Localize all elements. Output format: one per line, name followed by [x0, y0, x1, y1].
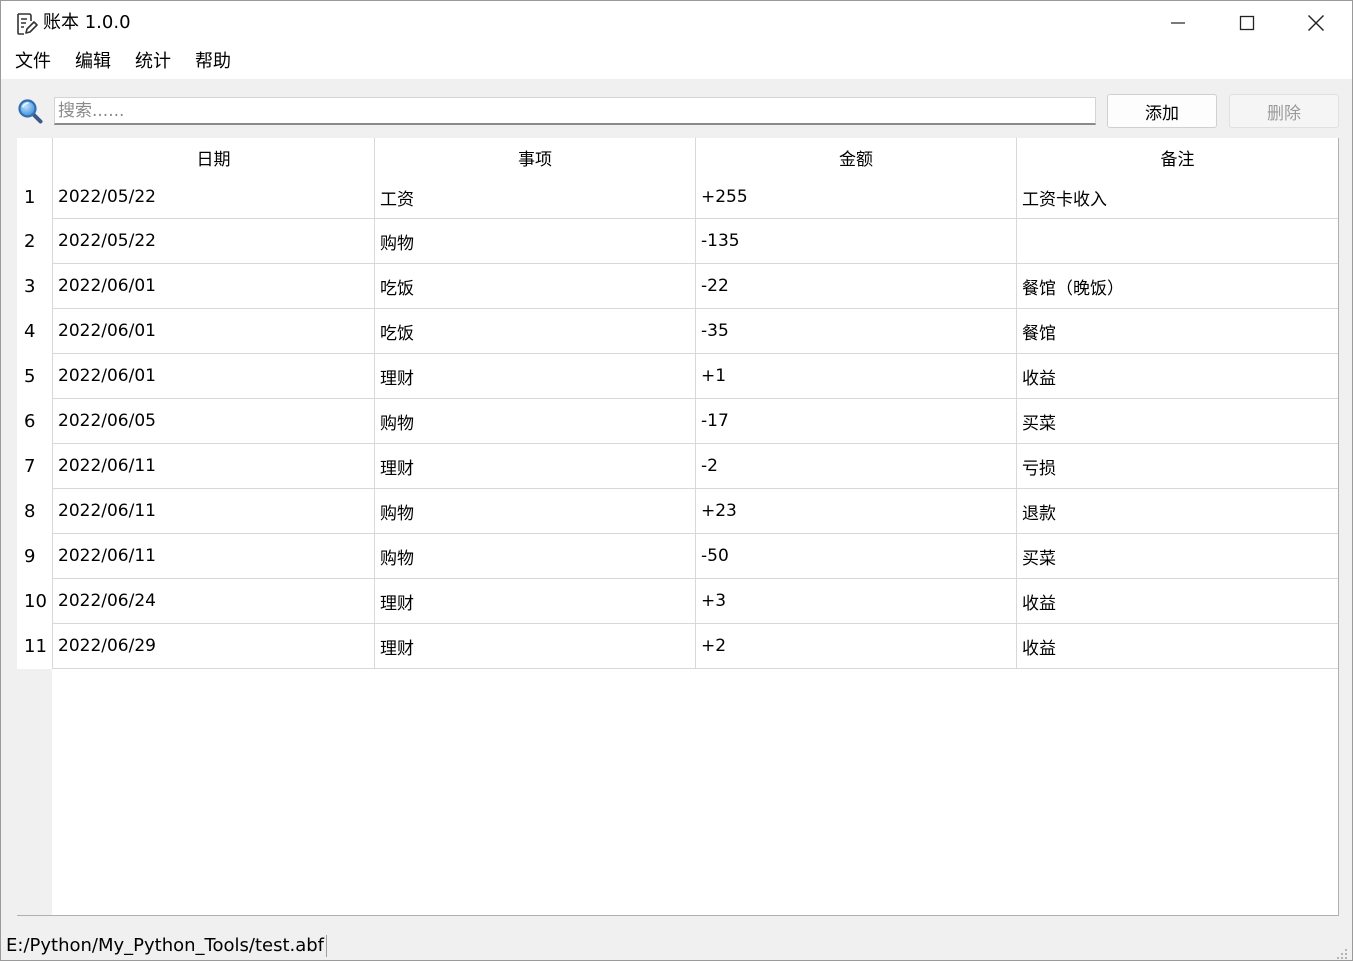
cell-amount[interactable]: -22	[695, 264, 1016, 309]
row-header[interactable]: 4	[17, 309, 52, 354]
cell-date[interactable]: 2022/06/29	[52, 624, 374, 669]
cell-date[interactable]: 2022/05/22	[52, 219, 374, 264]
cell-amount[interactable]: +2	[695, 624, 1016, 669]
delete-button[interactable]: 删除	[1229, 94, 1339, 128]
maximize-icon	[1239, 15, 1255, 31]
cell-note[interactable]: 餐馆	[1016, 309, 1338, 354]
cell-amount[interactable]: +3	[695, 579, 1016, 624]
cell-item[interactable]: 购物	[374, 219, 695, 264]
window-title: 账本 1.0.0	[43, 12, 131, 33]
table-corner[interactable]	[17, 138, 52, 176]
maximize-button[interactable]	[1213, 1, 1281, 45]
cell-amount[interactable]: -35	[695, 309, 1016, 354]
cell-item[interactable]: 工资	[374, 176, 695, 219]
menu-file[interactable]: 文件	[15, 51, 51, 73]
row-header[interactable]: 1	[17, 176, 52, 219]
cell-item[interactable]: 理财	[374, 354, 695, 399]
row-header[interactable]: 8	[17, 489, 52, 534]
column-header-date[interactable]: 日期	[52, 138, 374, 176]
cell-date[interactable]: 2022/06/05	[52, 399, 374, 444]
cell-item[interactable]: 理财	[374, 579, 695, 624]
toolbar: 添加 删除	[1, 79, 1352, 137]
cell-item[interactable]: 理财	[374, 444, 695, 489]
app-window: 账本 1.0.0 文件 编辑 统计 帮助 搜索...... 添加 删除 日期 事…	[0, 0, 1353, 961]
close-button[interactable]	[1282, 1, 1350, 45]
cell-note[interactable]: 买菜	[1016, 399, 1338, 444]
column-header-note[interactable]: 备注	[1016, 138, 1338, 176]
cell-note[interactable]: 收益	[1016, 579, 1338, 624]
row-header[interactable]: 9	[17, 534, 52, 579]
search-icon	[17, 98, 43, 124]
row-header[interactable]: 11	[17, 624, 52, 669]
cell-item[interactable]: 理财	[374, 624, 695, 669]
add-button[interactable]: 添加	[1107, 94, 1217, 128]
cell-date[interactable]: 2022/06/01	[52, 309, 374, 354]
cell-note[interactable]	[1016, 219, 1338, 264]
menu-help[interactable]: 帮助	[195, 51, 231, 73]
row-header[interactable]: 6	[17, 399, 52, 444]
cell-item[interactable]: 吃饭	[374, 309, 695, 354]
resize-grip-icon[interactable]	[1336, 945, 1348, 959]
close-icon	[1308, 15, 1324, 31]
cell-item[interactable]: 购物	[374, 399, 695, 444]
status-bar: E:/Python/My_Python_Tools/test.abf	[1, 930, 1352, 960]
cell-amount[interactable]: -2	[695, 444, 1016, 489]
cell-note[interactable]: 退款	[1016, 489, 1338, 534]
cell-note[interactable]: 工资卡收入	[1016, 176, 1338, 219]
minimize-icon	[1171, 22, 1185, 24]
cell-note[interactable]: 餐馆（晚饭）	[1016, 264, 1338, 309]
cell-amount[interactable]: -17	[695, 399, 1016, 444]
cell-amount[interactable]: -135	[695, 219, 1016, 264]
menu-statistics[interactable]: 统计	[135, 51, 171, 73]
column-header-amount[interactable]: 金额	[695, 138, 1016, 176]
cell-note[interactable]: 收益	[1016, 624, 1338, 669]
notebook-edit-icon	[14, 12, 38, 36]
cell-amount[interactable]: +255	[695, 176, 1016, 219]
cell-date[interactable]: 2022/06/01	[52, 264, 374, 309]
menu-bar: 文件 编辑 统计 帮助	[1, 45, 1352, 79]
file-path-label: E:/Python/My_Python_Tools/test.abf	[6, 935, 328, 957]
cell-item[interactable]: 购物	[374, 534, 695, 579]
column-header-item[interactable]: 事项	[374, 138, 695, 176]
row-header[interactable]: 5	[17, 354, 52, 399]
minimize-button[interactable]	[1144, 1, 1212, 45]
search-input[interactable]	[54, 97, 1096, 125]
row-header[interactable]: 10	[17, 579, 52, 624]
cell-note[interactable]: 买菜	[1016, 534, 1338, 579]
cell-date[interactable]: 2022/06/11	[52, 534, 374, 579]
row-header[interactable]: 7	[17, 444, 52, 489]
cell-date[interactable]: 2022/05/22	[52, 176, 374, 219]
row-header[interactable]: 3	[17, 264, 52, 309]
cell-date[interactable]: 2022/06/01	[52, 354, 374, 399]
cell-amount[interactable]: +23	[695, 489, 1016, 534]
cell-date[interactable]: 2022/06/11	[52, 444, 374, 489]
cell-date[interactable]: 2022/06/11	[52, 489, 374, 534]
cell-date[interactable]: 2022/06/24	[52, 579, 374, 624]
records-table[interactable]: 日期 事项 金额 备注 1 2022/05/22 工资 +255 工资卡收入 2 2022/…	[17, 138, 1339, 916]
cell-note[interactable]: 收益	[1016, 354, 1338, 399]
cell-item[interactable]: 购物	[374, 489, 695, 534]
cell-amount[interactable]: -50	[695, 534, 1016, 579]
cell-item[interactable]: 吃饭	[374, 264, 695, 309]
menu-edit[interactable]: 编辑	[75, 51, 111, 73]
title-bar[interactable]: 账本 1.0.0	[1, 1, 1352, 45]
cell-note[interactable]: 亏损	[1016, 444, 1338, 489]
cell-amount[interactable]: +1	[695, 354, 1016, 399]
row-header[interactable]: 2	[17, 219, 52, 264]
